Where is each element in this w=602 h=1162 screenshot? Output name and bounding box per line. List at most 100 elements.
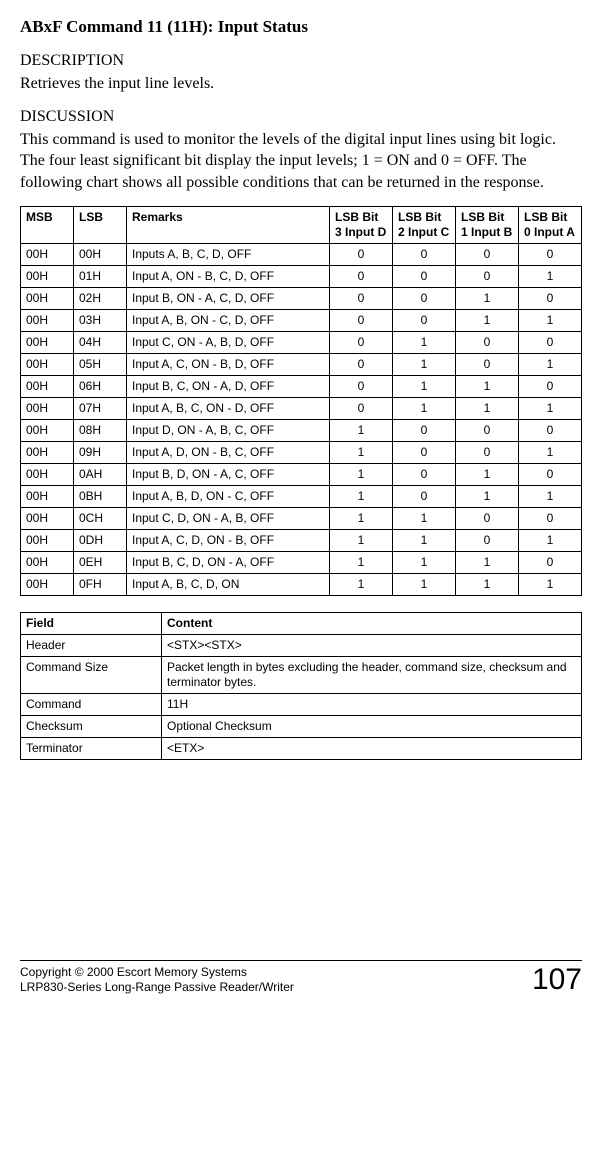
cell-bit1: 1 [456, 573, 519, 595]
cell-remarks: Input A, B, C, D, ON [127, 573, 330, 595]
table-row: 00H0DHInput A, C, D, ON - B, OFF1101 [21, 529, 582, 551]
cell-bit3: 1 [330, 463, 393, 485]
cell-bit1: 1 [456, 397, 519, 419]
cell-lsb: 09H [74, 441, 127, 463]
cell-bit3: 0 [330, 331, 393, 353]
table-row: 00H0AHInput B, D, ON - A, C, OFF1010 [21, 463, 582, 485]
table-row: Terminator<ETX> [21, 737, 582, 759]
col-bit1: LSB Bit 1 Input B [456, 206, 519, 243]
table-row: 00H0FHInput A, B, C, D, ON1111 [21, 573, 582, 595]
cell-content: <ETX> [162, 737, 582, 759]
col-msb: MSB [21, 206, 74, 243]
cell-bit1: 1 [456, 485, 519, 507]
cell-bit0: 1 [519, 353, 582, 375]
cell-lsb: 08H [74, 419, 127, 441]
cell-lsb: 0BH [74, 485, 127, 507]
col-bit3: LSB Bit 3 Input D [330, 206, 393, 243]
cell-content: Packet length in bytes excluding the hea… [162, 656, 582, 693]
cell-bit3: 1 [330, 485, 393, 507]
cell-content: <STX><STX> [162, 634, 582, 656]
cell-lsb: 02H [74, 287, 127, 309]
page-title: ABxF Command 11 (11H): Input Status [20, 16, 582, 37]
cell-msb: 00H [21, 507, 74, 529]
cell-bit1: 0 [456, 441, 519, 463]
cell-msb: 00H [21, 375, 74, 397]
cell-remarks: Input A, D, ON - B, C, OFF [127, 441, 330, 463]
cell-remarks: Input D, ON - A, B, C, OFF [127, 419, 330, 441]
cell-bit2: 0 [393, 287, 456, 309]
cell-remarks: Input A, B, D, ON - C, OFF [127, 485, 330, 507]
cell-field: Terminator [21, 737, 162, 759]
cell-bit1: 0 [456, 243, 519, 265]
cell-bit0: 1 [519, 441, 582, 463]
cell-remarks: Input B, D, ON - A, C, OFF [127, 463, 330, 485]
cell-lsb: 0FH [74, 573, 127, 595]
cell-bit2: 1 [393, 375, 456, 397]
cell-bit3: 0 [330, 309, 393, 331]
col-bit2: LSB Bit 2 Input C [393, 206, 456, 243]
cell-bit3: 0 [330, 353, 393, 375]
cell-content: Optional Checksum [162, 715, 582, 737]
cell-bit0: 0 [519, 507, 582, 529]
cell-bit2: 1 [393, 397, 456, 419]
cell-msb: 00H [21, 397, 74, 419]
cell-bit2: 1 [393, 573, 456, 595]
cell-bit3: 0 [330, 375, 393, 397]
table-header-row: MSB LSB Remarks LSB Bit 3 Input D LSB Bi… [21, 206, 582, 243]
table-row: 00H06HInput B, C, ON - A, D, OFF0110 [21, 375, 582, 397]
cell-bit2: 1 [393, 353, 456, 375]
cell-remarks: Input C, ON - A, B, D, OFF [127, 331, 330, 353]
col-field: Field [21, 612, 162, 634]
cell-bit0: 0 [519, 375, 582, 397]
cell-bit1: 0 [456, 265, 519, 287]
cell-bit2: 0 [393, 243, 456, 265]
cell-bit0: 1 [519, 397, 582, 419]
cell-bit1: 0 [456, 529, 519, 551]
cell-bit3: 1 [330, 507, 393, 529]
cell-lsb: 0DH [74, 529, 127, 551]
cell-msb: 00H [21, 265, 74, 287]
cell-bit3: 1 [330, 573, 393, 595]
cell-bit0: 1 [519, 529, 582, 551]
cell-bit1: 1 [456, 551, 519, 573]
cell-bit0: 1 [519, 573, 582, 595]
cell-bit2: 1 [393, 507, 456, 529]
cell-field: Checksum [21, 715, 162, 737]
cell-bit3: 0 [330, 243, 393, 265]
cell-bit3: 0 [330, 397, 393, 419]
cell-bit0: 0 [519, 463, 582, 485]
cell-bit0: 0 [519, 243, 582, 265]
packet-table: Field Content Header<STX><STX>Command Si… [20, 612, 582, 760]
table-row: 00H0CHInput C, D, ON - A, B, OFF1100 [21, 507, 582, 529]
cell-field: Command [21, 693, 162, 715]
table-row: 00H09HInput A, D, ON - B, C, OFF1001 [21, 441, 582, 463]
cell-msb: 00H [21, 551, 74, 573]
cell-lsb: 0EH [74, 551, 127, 573]
cell-remarks: Input A, ON - B, C, D, OFF [127, 265, 330, 287]
table-row: 00H00HInputs A, B, C, D, OFF0000 [21, 243, 582, 265]
cell-msb: 00H [21, 441, 74, 463]
cell-bit1: 1 [456, 287, 519, 309]
table-row: 00H0BHInput A, B, D, ON - C, OFF1011 [21, 485, 582, 507]
table-row: Command SizePacket length in bytes exclu… [21, 656, 582, 693]
cell-bit1: 1 [456, 463, 519, 485]
cell-remarks: Input A, C, D, ON - B, OFF [127, 529, 330, 551]
cell-bit3: 0 [330, 265, 393, 287]
cell-msb: 00H [21, 309, 74, 331]
cell-bit1: 1 [456, 375, 519, 397]
description-heading: DESCRIPTION [20, 51, 582, 71]
cell-bit2: 1 [393, 529, 456, 551]
cell-bit0: 0 [519, 331, 582, 353]
cell-bit1: 0 [456, 331, 519, 353]
cell-lsb: 07H [74, 397, 127, 419]
cell-remarks: Input A, C, ON - B, D, OFF [127, 353, 330, 375]
table-row: 00H05HInput A, C, ON - B, D, OFF0101 [21, 353, 582, 375]
bits-table: MSB LSB Remarks LSB Bit 3 Input D LSB Bi… [20, 206, 582, 596]
footer-copyright: Copyright © 2000 Escort Memory Systems [20, 965, 294, 980]
cell-bit3: 1 [330, 441, 393, 463]
cell-bit2: 0 [393, 309, 456, 331]
cell-remarks: Input B, C, ON - A, D, OFF [127, 375, 330, 397]
cell-bit2: 0 [393, 441, 456, 463]
cell-bit3: 0 [330, 287, 393, 309]
cell-lsb: 0AH [74, 463, 127, 485]
